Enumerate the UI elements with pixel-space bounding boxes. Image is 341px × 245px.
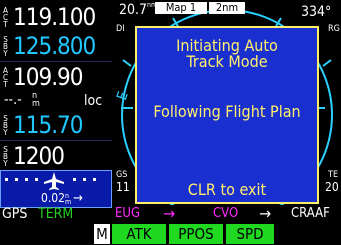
map-range-left: 20.7nm [119, 1, 158, 19]
right-arrow-icon: → [73, 191, 83, 206]
map-side-right-bottom-val: 20 [325, 180, 339, 194]
act-label: ACT [2, 66, 9, 89]
com-standby-row[interactable]: SBY 125.800 [0, 31, 112, 59]
dialog-line-3: Following Flight Plan [153, 102, 301, 121]
com-active-row[interactable]: ACT 119.100 [0, 2, 112, 30]
route-waypoint-1: EUG [115, 206, 141, 221]
route-arrow-1: → [163, 204, 176, 223]
aircraft-icon [44, 172, 64, 190]
map-side-right-bottom: TE [328, 170, 339, 180]
nav-ident-unit: nm [32, 91, 40, 109]
softkey-m[interactable]: M [94, 224, 110, 244]
nav-ident: --.- [4, 92, 22, 108]
route-waypoint-2: CVO [213, 206, 239, 221]
act-label: ACT [2, 6, 9, 29]
map-side-right-top: RG [328, 24, 340, 34]
softkey-spd[interactable]: SPD [226, 224, 274, 244]
map-side-left-bottom: GS [116, 170, 128, 180]
sby-label: SBY [3, 114, 8, 137]
nav-ident-row: --.- nm loc [0, 90, 112, 110]
softkey-atk[interactable]: ATK [112, 224, 166, 244]
route-bar: EUG → CVO → CRAAF [113, 204, 341, 224]
route-arrow-2: → [259, 204, 272, 223]
nav-mode: loc [84, 93, 103, 109]
nav-standby-row[interactable]: SBY 115.70 [0, 110, 112, 138]
term-label: TERM [38, 206, 74, 222]
map-range-right: 2nm [209, 2, 245, 14]
sby-label: SBY [3, 145, 8, 168]
gps-label: GPS [2, 206, 28, 222]
auto-track-dialog[interactable]: Initiating Auto Track Mode Following Fli… [135, 26, 319, 204]
nav-distance: 0.02n m → [41, 191, 83, 206]
squawk-row[interactable]: SBY 1200 [0, 141, 112, 169]
nav-active-frequency: 109.90 [13, 63, 84, 91]
softkey-ppos[interactable]: PPOS [169, 224, 223, 244]
nav-active-row[interactable]: ACT 109.90 [0, 62, 112, 90]
dialog-line-2: Track Mode [186, 52, 268, 71]
com-standby-frequency: 125.800 [13, 32, 96, 60]
dialog-line-4: CLR to exit [187, 180, 267, 199]
route-waypoint-3: CRAAF [291, 206, 330, 221]
nav-distance-unit: nm [65, 192, 72, 206]
com-active-frequency: 119.100 [13, 3, 96, 31]
map-side-left-bottom-val: 11 [116, 180, 130, 194]
nav-status-box: 0.02n m → [0, 170, 112, 208]
nav-standby-frequency: 115.70 [13, 111, 84, 139]
heading-readout: 334° [301, 4, 332, 20]
squawk-code: 1200 [13, 142, 65, 170]
map-side-left-top: DI [116, 24, 125, 34]
sby-label: SBY [3, 35, 8, 58]
map-title: Map 1 [155, 2, 207, 14]
